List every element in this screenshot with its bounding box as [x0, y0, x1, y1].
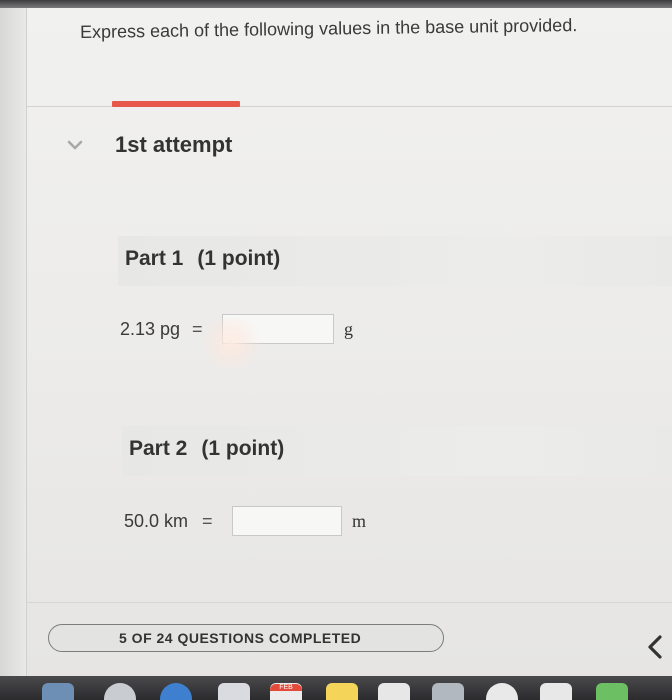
part-2-points: (1 point): [201, 437, 285, 460]
part-2-label: Part 2: [129, 437, 188, 460]
part-2-header: Part 2 (1 point): [122, 426, 672, 476]
part-1-unit: g: [344, 319, 353, 339]
chevron-left-icon[interactable]: [644, 634, 666, 660]
chrome-icon[interactable]: [160, 683, 192, 700]
calendar-icon[interactable]: FEB: [270, 683, 302, 700]
part-2-quantity: 50.0 km: [124, 511, 189, 531]
part-1-title: Part 1 (1 point): [125, 247, 280, 271]
part-2-title: Part 2 (1 point): [129, 437, 284, 461]
photos-icon[interactable]: [432, 683, 464, 700]
attempt-accent-bar: [112, 101, 240, 107]
footer-divider: [26, 602, 672, 603]
mail-icon[interactable]: [218, 683, 250, 700]
part-1-answer-input[interactable]: [222, 314, 334, 344]
part-2-row: 50.0 km = m: [124, 504, 484, 538]
part-1-equals: =: [192, 319, 203, 339]
messages-icon[interactable]: [486, 683, 518, 700]
part-1-row: 2.13 pg = g: [120, 312, 480, 346]
app-icon[interactable]: [540, 683, 572, 700]
facetime-icon[interactable]: [596, 683, 628, 700]
safari-icon[interactable]: [104, 683, 136, 700]
part-1-header: Part 1 (1 point): [118, 236, 672, 286]
questions-progress-pill[interactable]: 5 OF 24 QUESTIONS COMPLETED: [48, 624, 444, 652]
finder-icon[interactable]: [42, 683, 74, 700]
part-2-answer-input[interactable]: [232, 506, 342, 536]
reminders-icon[interactable]: [378, 683, 410, 700]
questions-progress-text: 5 OF 24 QUESTIONS COMPLETED: [119, 630, 362, 646]
part-1-points: (1 point): [197, 247, 281, 270]
calendar-month: FEB: [270, 684, 302, 691]
notes-icon[interactable]: [326, 683, 358, 700]
dock: FEB: [0, 676, 672, 700]
attempt-label: 1st attempt: [115, 132, 233, 157]
left-panel-edge: [0, 8, 27, 676]
part-2-equals: =: [202, 511, 213, 531]
part-1-label: Part 1: [125, 247, 184, 270]
attempt-toggle[interactable]: 1st attempt: [60, 128, 460, 164]
part-1-quantity: 2.13 pg: [120, 319, 181, 339]
part-2-unit: m: [352, 511, 367, 531]
chevron-down-icon[interactable]: [66, 136, 84, 154]
